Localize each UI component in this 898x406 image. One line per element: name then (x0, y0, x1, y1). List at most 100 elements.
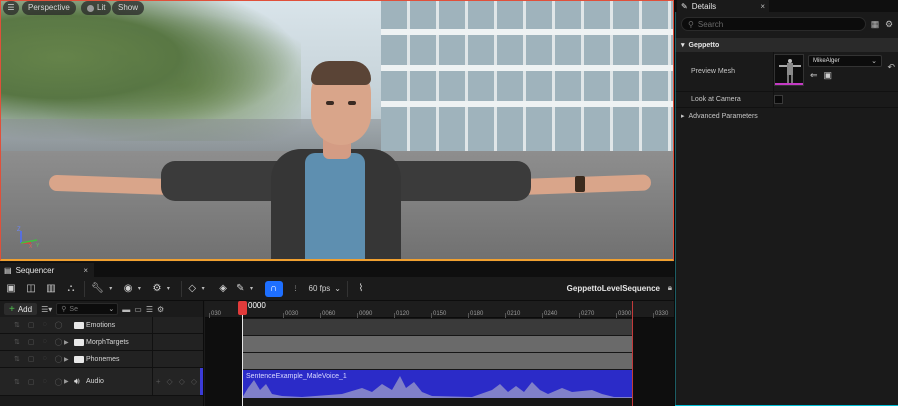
track-search-input[interactable]: ⚲ Se ⌄ (56, 303, 119, 315)
pin-icon[interactable]: ⇅ (14, 355, 20, 363)
axis-z-label: Z (17, 227, 21, 233)
hamburger-icon: ☰ (7, 3, 15, 12)
chevron-right-icon[interactable]: ▶ (64, 378, 74, 385)
sequencer-tab-label: Sequencer (15, 265, 55, 275)
layout-icon[interactable]: ▭ (134, 305, 142, 314)
close-icon[interactable]: × (83, 266, 88, 275)
solo-icon[interactable]: ◌ (43, 355, 47, 363)
details-search-input[interactable]: ⚲ Search (681, 17, 866, 31)
playhead-handle[interactable] (238, 301, 247, 315)
track-row[interactable]: ⇅ ▢ ◌ ◯ Emotions (0, 317, 203, 334)
tools-dropdown[interactable]: 🔧︎ ▾ (91, 281, 118, 297)
perspective-button[interactable]: Perspective (22, 1, 76, 15)
ruler-tick (468, 313, 469, 318)
save-button[interactable]: ▣ (4, 281, 18, 297)
prev-key-icon[interactable]: ◇ (167, 377, 173, 386)
time-ruler[interactable]: 030 0030 0060 0090 0120 0150 0180 0210 0240 0270 0… (205, 301, 674, 318)
pin-icon[interactable]: ⇅ (14, 321, 20, 329)
chevron-right-icon[interactable]: ▶ (64, 339, 74, 346)
viewport-menu-button[interactable]: ☰ (3, 1, 19, 15)
audio-section[interactable]: SentenceExample_MaleVoice_1 (242, 370, 632, 398)
ruler-tick-label: 0180 (470, 311, 484, 317)
next-key-icon[interactable]: ◇ (191, 377, 197, 386)
snap-options-button[interactable]: ⋮ (289, 281, 303, 297)
column-divider (152, 351, 153, 367)
frame-rate-dropdown[interactable]: 60 fps ⌄ (309, 284, 342, 293)
reset-to-default-icon[interactable]: ↶ (887, 62, 895, 73)
add-track-button[interactable]: + Add (4, 303, 38, 315)
pin-icon[interactable]: ⇅ (14, 338, 20, 346)
advanced-parameters-row[interactable]: ▸ Advanced Parameters (675, 108, 898, 124)
audio-track-row[interactable]: ⇅ ▢ ◌ ◯ ▶ 🔊︎ Audio + ◇ ◇ ◇ (0, 368, 203, 396)
sequencer-tab[interactable]: ▤ Sequencer × (0, 263, 94, 277)
eye-icon[interactable]: ◯ (55, 321, 63, 329)
details-tab[interactable]: ✎ Details × (677, 0, 769, 12)
eye-icon[interactable]: ◯ (55, 355, 63, 363)
diamond-filled-icon: ◈ (219, 283, 227, 294)
close-icon[interactable]: × (760, 2, 765, 11)
curve-editor-button[interactable]: ⌇ (354, 281, 368, 297)
ruler-tick-label: 0060 (322, 311, 336, 317)
list-icon[interactable]: ☰ (146, 305, 153, 314)
add-key-icon[interactable]: ◇ (179, 377, 185, 386)
key-options-dropdown[interactable]: ◇ ▾ (188, 281, 210, 297)
playback-end-marker[interactable] (632, 301, 633, 406)
lock-icon[interactable]: ▢ (28, 338, 35, 346)
property-matrix-button[interactable]: ▦ (870, 18, 880, 30)
ruler-tick-label: 0150 (433, 311, 447, 317)
details-settings-button[interactable]: ⚙ (884, 18, 894, 30)
track-controls: ⇅ ▢ ◌ ◯ (0, 321, 64, 329)
solo-icon[interactable]: ◌ (43, 338, 47, 346)
track-lane[interactable] (242, 319, 632, 335)
chevron-right-icon[interactable]: ▶ (64, 356, 74, 363)
ruler-tick (579, 313, 580, 318)
track-controls: ⇅ ▢ ◌ ◯ (0, 338, 64, 346)
edit-mode-dropdown[interactable]: ✎ ▾ (236, 281, 258, 297)
use-selected-icon[interactable]: ⇐ (810, 70, 818, 81)
track-row[interactable]: ⇅ ▢ ◌ ◯ ▶ Phonemes (0, 351, 203, 368)
preview-mesh-dropdown[interactable]: MikeAlger ⌄ (808, 55, 882, 67)
track-options-icon[interactable]: ▬ (122, 305, 130, 314)
view-options-dropdown[interactable]: ◉ ▾ (124, 281, 147, 297)
solo-icon[interactable]: ◌ (43, 378, 47, 386)
lock-icon[interactable]: ▢ (28, 378, 35, 386)
playback-options-dropdown[interactable]: ⚙ ▾ (152, 281, 175, 297)
mesh-asset-buttons: ⇐ ▣ (810, 70, 832, 81)
wrist-watch (575, 176, 585, 192)
pin-icon[interactable]: ⇅ (14, 378, 20, 386)
lock-icon[interactable]: 🔒︎ (668, 283, 672, 293)
mesh-thumbnail[interactable] (774, 54, 804, 86)
view-mode-button[interactable]: Lit (81, 1, 112, 15)
level-viewport[interactable]: ☰ Perspective Lit Show Z X Y (0, 0, 674, 261)
ruler-tick-label: 0300 (618, 311, 632, 317)
browse-icon: ◫ (26, 283, 36, 294)
lock-icon[interactable]: ▢ (28, 355, 35, 363)
look-at-camera-checkbox[interactable] (774, 95, 783, 104)
lock-icon[interactable]: ▢ (28, 321, 35, 329)
key-icon: ◇ (188, 283, 197, 294)
browse-button[interactable]: ◫ (24, 281, 38, 297)
auto-key-button[interactable]: ◈ (216, 281, 230, 297)
actors-button[interactable]: ⛬ (64, 281, 78, 297)
track-lane[interactable] (242, 353, 632, 369)
filter-icon[interactable]: ☰▾ (41, 305, 52, 314)
gear-icon[interactable]: ⚙ (157, 305, 164, 314)
ruler-tick (505, 313, 506, 318)
toolbar-separator (84, 280, 85, 297)
category-geppetto[interactable]: ▾ Geppetto (675, 38, 898, 52)
track-lane[interactable] (242, 336, 632, 352)
eye-icon[interactable]: ◯ (55, 378, 63, 386)
browse-folder-icon[interactable]: ▣ (824, 70, 833, 81)
track-row[interactable]: ⇅ ▢ ◌ ◯ ▶ MorphTargets (0, 334, 203, 351)
show-flags-button[interactable]: Show (112, 1, 145, 15)
details-tab-label: Details (691, 1, 717, 11)
render-movie-button[interactable]: ▥ (44, 281, 58, 297)
timeline-area[interactable]: 030 0030 0060 0090 0120 0150 0180 0210 0240 0270 0… (205, 301, 674, 406)
sequence-name[interactable]: GeppettoLevelSequence (567, 277, 660, 301)
add-section-icon[interactable]: + (156, 377, 161, 386)
add-track-label: Add (17, 304, 33, 314)
solo-icon[interactable]: ◌ (43, 321, 47, 329)
eye-icon[interactable]: ◯ (55, 338, 63, 346)
search-icon: ⚲ (688, 19, 694, 29)
snap-toggle[interactable]: ∩ (264, 280, 283, 297)
